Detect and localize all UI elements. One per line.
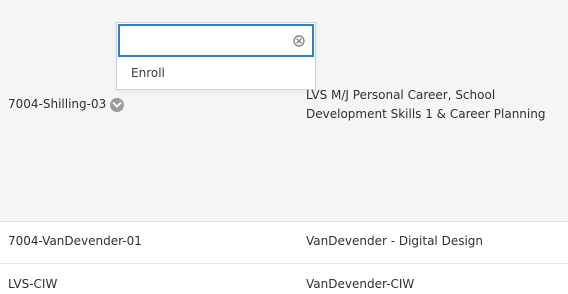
- chevron-down-icon: [112, 101, 122, 107]
- course-options-menu: Enroll: [116, 22, 316, 90]
- course-table: 7004-Shilling-03 LVS M/J Personal Career…: [0, 0, 568, 292]
- course-id-cell: 7004-VanDevender-01: [8, 234, 142, 248]
- course-name-cell: LVS M/J Personal Career, School Developm…: [306, 88, 546, 121]
- table-row: 7004-VanDevender-01 VanDevender - Digita…: [0, 222, 568, 264]
- course-name-cell: VanDevender - Digital Design: [306, 234, 484, 248]
- table-row: LVS-CIW VanDevender-CIW: [0, 264, 568, 292]
- menu-search-box: [118, 24, 314, 57]
- course-options-button[interactable]: [110, 97, 125, 112]
- course-name-cell: VanDevender-CIW: [306, 277, 415, 291]
- menu-search-input[interactable]: [124, 29, 288, 51]
- clear-icon[interactable]: [293, 35, 305, 47]
- course-id-cell: LVS-CIW: [8, 277, 58, 291]
- course-id-cell: 7004-Shilling-03: [8, 95, 125, 114]
- menu-item-enroll[interactable]: Enroll: [131, 65, 165, 81]
- course-id-text: 7004-Shilling-03: [8, 97, 107, 111]
